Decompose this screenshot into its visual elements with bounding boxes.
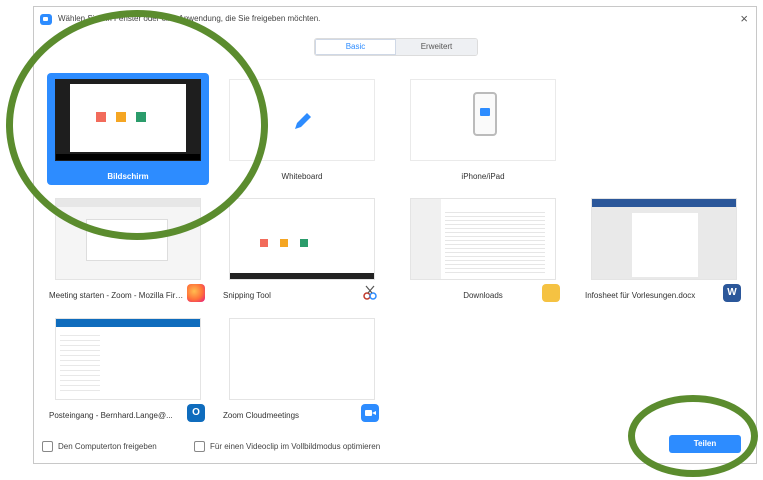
snipping-tool-icon <box>363 285 377 300</box>
checkbox-box[interactable] <box>42 441 53 452</box>
tile-label: Meeting starten - Zoom - Mozilla Firefox <box>49 291 187 300</box>
checkbox-box[interactable] <box>194 441 205 452</box>
tile-label: Snipping Tool <box>223 291 271 300</box>
tile-snipping-tool[interactable]: Snipping Tool <box>221 192 383 304</box>
zoom-window-thumbnail <box>229 318 375 400</box>
tile-label: Zoom Cloudmeetings <box>223 411 300 420</box>
tile-label: Downloads <box>463 291 503 300</box>
screen-thumbnail <box>55 79 201 161</box>
tile-screen[interactable]: Bildschirm <box>47 73 209 185</box>
outlook-window-thumbnail <box>55 318 201 400</box>
tile-label: Whiteboard <box>281 172 323 181</box>
tile-firefox[interactable]: Meeting starten - Zoom - Mozilla Firefox <box>47 192 209 304</box>
share-button[interactable]: Teilen <box>669 435 741 453</box>
share-computer-audio-checkbox[interactable]: Den Computerton freigeben <box>42 441 157 452</box>
close-icon[interactable]: × <box>740 11 748 26</box>
whiteboard-thumbnail <box>229 79 375 161</box>
tile-zoom-meetings[interactable]: Zoom Cloudmeetings <box>221 312 383 424</box>
tile-downloads[interactable]: Downloads <box>402 192 564 304</box>
outlook-icon: O <box>187 404 205 422</box>
tab-advanced[interactable]: Erweitert <box>396 39 477 55</box>
dialog-footer: Den Computerton freigeben Für einen Vide… <box>34 427 756 463</box>
firefox-icon <box>187 284 205 302</box>
zoom-icon <box>361 404 379 422</box>
title-bar: Wählen Sie ein Fenster oder eine Anwendu… <box>34 7 756 33</box>
zoom-app-icon <box>40 14 52 25</box>
downloads-window-thumbnail <box>410 198 556 280</box>
tile-word-document[interactable]: Infosheet für Vorlesungen.docx W <box>583 192 745 304</box>
optimize-video-checkbox[interactable]: Für einen Videoclip im Vollbildmodus opt… <box>194 441 380 452</box>
share-screen-dialog: Wählen Sie ein Fenster oder eine Anwendu… <box>33 6 757 464</box>
tile-whiteboard[interactable]: Whiteboard <box>221 73 383 185</box>
tab-basic[interactable]: Basic <box>315 39 396 55</box>
word-window-thumbnail <box>591 198 737 280</box>
checkbox-label: Für einen Videoclip im Vollbildmodus opt… <box>210 442 381 451</box>
checkbox-label: Den Computerton freigeben <box>58 442 157 451</box>
tile-label: Bildschirm <box>107 172 149 181</box>
tile-label: iPhone/iPad <box>461 172 505 181</box>
iphone-icon <box>473 92 497 136</box>
tile-iphone-ipad[interactable]: iPhone/iPad <box>402 73 564 185</box>
mode-tabs: Basic Erweitert <box>314 38 478 56</box>
folder-download-icon <box>542 284 560 302</box>
word-icon: W <box>723 284 741 302</box>
firefox-window-thumbnail <box>55 198 201 280</box>
tile-label: Infosheet für Vorlesungen.docx <box>585 291 696 300</box>
tile-outlook[interactable]: Posteingang - Bernhard.Lange@... O <box>47 312 209 424</box>
dialog-title: Wählen Sie ein Fenster oder eine Anwendu… <box>58 14 321 23</box>
pen-icon <box>295 113 311 129</box>
snipping-tool-thumbnail <box>229 198 375 280</box>
tile-label: Posteingang - Bernhard.Lange@... <box>49 411 173 420</box>
iphone-thumbnail <box>410 79 556 161</box>
